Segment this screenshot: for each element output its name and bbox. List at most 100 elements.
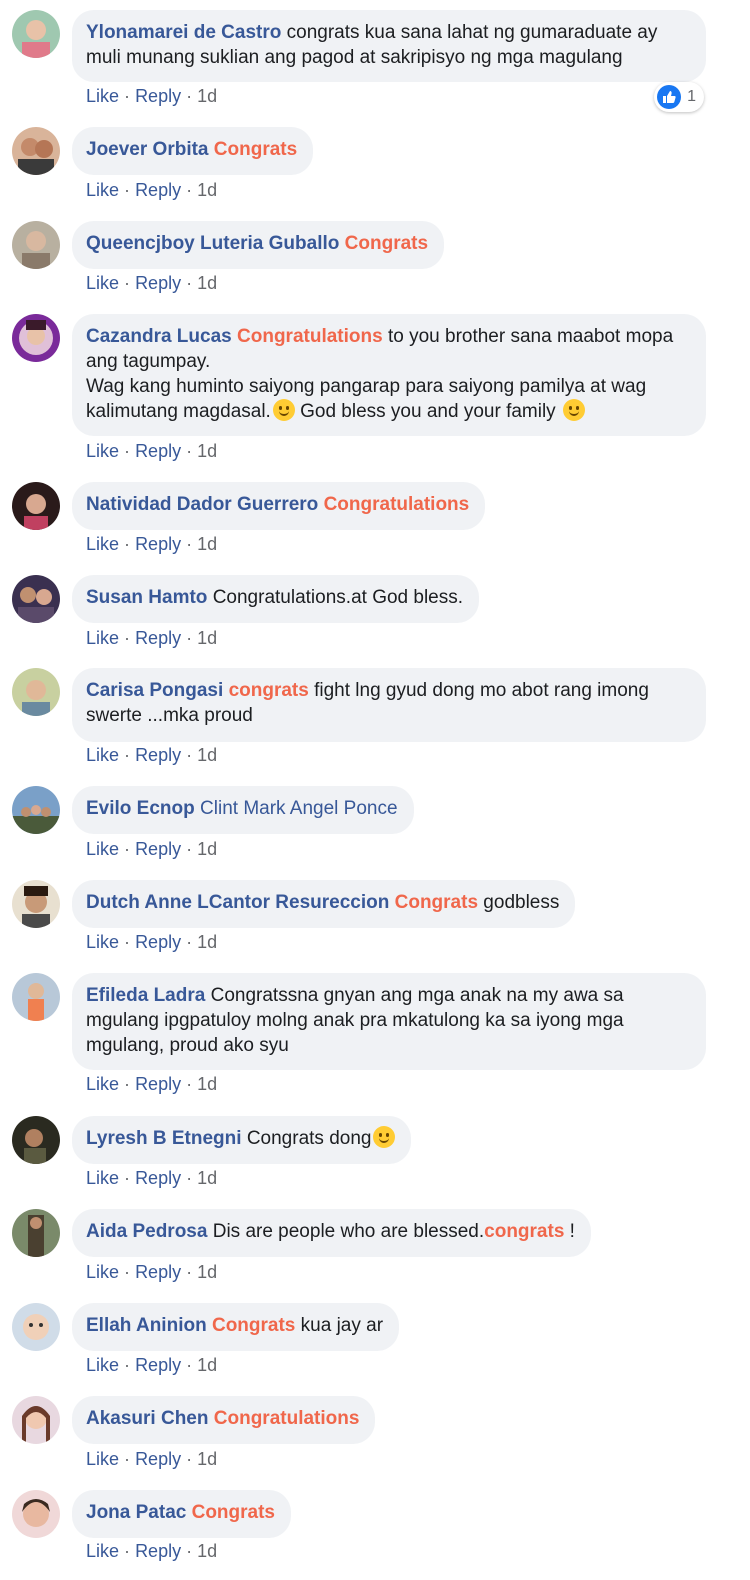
avatar[interactable] [12, 668, 60, 716]
reply-link[interactable]: Reply [135, 1262, 181, 1282]
reply-link[interactable]: Reply [135, 1355, 181, 1375]
avatar[interactable] [12, 221, 60, 269]
reply-link[interactable]: Reply [135, 1541, 181, 1561]
separator: · [186, 86, 193, 106]
reply-link[interactable]: Reply [135, 534, 181, 554]
reply-link[interactable]: Reply [135, 745, 181, 765]
comment-bubble: Carisa Pongasi congrats fight lng gyud d… [72, 668, 706, 742]
reply-link[interactable]: Reply [135, 86, 181, 106]
avatar[interactable] [12, 1209, 60, 1257]
reply-link[interactable]: Reply [135, 932, 181, 952]
comment-bubble: Dutch Anne LCantor Resureccion Congrats … [72, 880, 576, 928]
comment-actions: Like · Reply · 1d [86, 745, 217, 766]
timestamp[interactable]: 1d [197, 1262, 217, 1282]
avatar[interactable] [12, 1490, 60, 1538]
timestamp[interactable]: 1d [197, 932, 217, 952]
comment-author[interactable]: Aida Pedrosa [86, 1221, 207, 1242]
like-link[interactable]: Like [86, 1355, 119, 1375]
like-link[interactable]: Like [86, 1262, 119, 1282]
like-link[interactable]: Like [86, 1541, 119, 1561]
avatar[interactable] [12, 575, 60, 623]
highlighted-text: Congratulations [323, 494, 470, 515]
separator: · [124, 441, 131, 461]
like-link[interactable]: Like [86, 534, 119, 554]
timestamp[interactable]: 1d [197, 86, 217, 106]
reaction-badge[interactable]: 1 [654, 82, 704, 112]
timestamp[interactable]: 1d [197, 441, 217, 461]
like-link[interactable]: Like [86, 932, 119, 952]
avatar[interactable] [12, 786, 60, 834]
comment-author[interactable]: Akasuri Chen [86, 1408, 208, 1429]
reply-link[interactable]: Reply [135, 1449, 181, 1469]
reply-link[interactable]: Reply [135, 1168, 181, 1188]
timestamp[interactable]: 1d [197, 1074, 217, 1094]
comment-actions: Like · Reply · 1d [86, 1262, 217, 1283]
comment-author[interactable]: Lyresh B Etnegni [86, 1128, 242, 1149]
avatar[interactable] [12, 1116, 60, 1164]
avatar[interactable] [12, 973, 60, 1021]
timestamp[interactable]: 1d [197, 1541, 217, 1561]
separator: · [186, 1074, 193, 1094]
timestamp[interactable]: 1d [197, 1168, 217, 1188]
comment-author[interactable]: Susan Hamto [86, 587, 207, 608]
like-link[interactable]: Like [86, 1074, 119, 1094]
comment-text: kua jay ar [295, 1315, 384, 1336]
comment-author[interactable]: Ellah Aninion [86, 1315, 207, 1336]
separator: · [124, 1541, 131, 1561]
like-link[interactable]: Like [86, 273, 119, 293]
avatar[interactable] [12, 482, 60, 530]
timestamp[interactable]: 1d [197, 745, 217, 765]
like-link[interactable]: Like [86, 441, 119, 461]
comment-actions: Like · Reply · 1d [86, 628, 217, 649]
comment-actions: Like · Reply · 1d [86, 1355, 217, 1376]
comment-actions: Like · Reply · 1d [86, 273, 217, 294]
avatar[interactable] [12, 127, 60, 175]
timestamp[interactable]: 1d [197, 839, 217, 859]
timestamp[interactable]: 1d [197, 534, 217, 554]
comment-author[interactable]: Ylonamarei de Castro [86, 22, 281, 43]
timestamp[interactable]: 1d [197, 628, 217, 648]
like-link[interactable]: Like [86, 1449, 119, 1469]
comment-actions: Like · Reply · 1d [86, 441, 217, 462]
reply-link[interactable]: Reply [135, 1074, 181, 1094]
like-link[interactable]: Like [86, 839, 119, 859]
timestamp[interactable]: 1d [197, 180, 217, 200]
reply-link[interactable]: Reply [135, 273, 181, 293]
comment-author[interactable]: Carisa Pongasi [86, 680, 223, 701]
separator: · [186, 1262, 193, 1282]
reaction-count: 1 [687, 88, 696, 105]
separator: · [124, 1449, 131, 1469]
comment-bubble: Jona Patac Congrats [72, 1490, 292, 1538]
timestamp[interactable]: 1d [197, 273, 217, 293]
separator: · [186, 628, 193, 648]
comment-bubble: Joever Orbita Congrats [72, 127, 314, 175]
like-link[interactable]: Like [86, 86, 119, 106]
comment-author[interactable]: Dutch Anne LCantor Resureccion [86, 892, 389, 913]
comment-author[interactable]: Natividad Dador Guerrero [86, 494, 318, 515]
comment-author[interactable]: Queencjboy Luteria Guballo [86, 233, 339, 254]
like-link[interactable]: Like [86, 180, 119, 200]
like-link[interactable]: Like [86, 1168, 119, 1188]
comment-author[interactable]: Jona Patac [86, 1502, 186, 1523]
avatar[interactable] [12, 10, 60, 58]
like-link[interactable]: Like [86, 628, 119, 648]
comment-author[interactable]: Evilo Ecnop [86, 798, 195, 819]
avatar[interactable] [12, 1396, 60, 1444]
highlighted-text: Congrats [394, 892, 479, 913]
highlighted-text: congrats [228, 680, 309, 701]
reply-link[interactable]: Reply [135, 180, 181, 200]
comment-author[interactable]: Joever Orbita [86, 139, 209, 160]
timestamp[interactable]: 1d [197, 1449, 217, 1469]
avatar[interactable] [12, 880, 60, 928]
comment-author[interactable]: Efileda Ladra [86, 985, 205, 1006]
tagged-user-link[interactable]: Clint Mark Angel Ponce [200, 798, 398, 819]
timestamp[interactable]: 1d [197, 1355, 217, 1375]
avatar[interactable] [12, 1303, 60, 1351]
avatar[interactable] [12, 314, 60, 362]
like-link[interactable]: Like [86, 745, 119, 765]
reply-link[interactable]: Reply [135, 628, 181, 648]
reply-link[interactable]: Reply [135, 441, 181, 461]
comment-actions: Like · Reply · 1d [86, 180, 217, 201]
reply-link[interactable]: Reply [135, 839, 181, 859]
comment-author[interactable]: Cazandra Lucas [86, 326, 232, 347]
